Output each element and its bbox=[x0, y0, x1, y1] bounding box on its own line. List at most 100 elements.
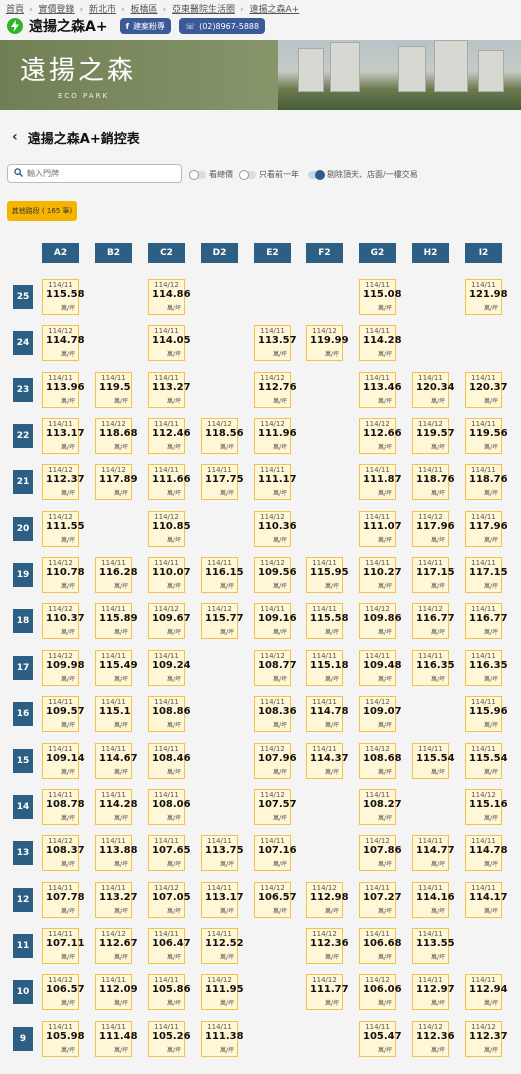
unit-cell[interactable]: 114/11 105.47 萬/坪 bbox=[359, 1021, 402, 1057]
unit-cell[interactable]: 114/12 108.68 萬/坪 bbox=[359, 743, 402, 779]
unit-cell[interactable]: 114/11 112.52 萬/坪 bbox=[201, 928, 244, 964]
unit-cell[interactable]: 114/12 106.06 萬/坪 bbox=[359, 974, 402, 1010]
breadcrumb-home[interactable]: 首頁 bbox=[6, 5, 24, 15]
unit-cell[interactable]: 114/12 109.98 萬/坪 bbox=[42, 650, 85, 686]
unit-cell[interactable]: 114/11 113.88 萬/坪 bbox=[95, 835, 138, 871]
unit-cell[interactable]: 114/12 112.37 萬/坪 bbox=[465, 1021, 508, 1057]
breadcrumb-district[interactable]: 板橋區 bbox=[131, 5, 158, 15]
toggle-last-year[interactable]: 只看前一年 bbox=[239, 169, 299, 180]
unit-cell[interactable]: 114/11 114.16 萬/坪 bbox=[412, 882, 455, 918]
unit-cell[interactable]: 114/11 115.08 萬/坪 bbox=[359, 279, 402, 315]
unit-cell[interactable]: 114/12 110.78 萬/坪 bbox=[42, 557, 85, 593]
search-input[interactable] bbox=[27, 169, 167, 178]
unit-cell[interactable]: 114/12 106.57 萬/坪 bbox=[42, 974, 85, 1010]
unit-cell[interactable]: 114/12 112.67 萬/坪 bbox=[95, 928, 138, 964]
unit-cell[interactable]: 114/11 113.17 萬/坪 bbox=[201, 882, 244, 918]
unit-cell[interactable]: 114/12 109.67 萬/坪 bbox=[148, 603, 191, 639]
unit-cell[interactable]: 114/11 107.11 萬/坪 bbox=[42, 928, 85, 964]
unit-cell[interactable]: 114/12 109.56 萬/坪 bbox=[254, 557, 297, 593]
unit-cell[interactable]: 114/11 113.96 萬/坪 bbox=[42, 372, 85, 408]
unit-cell[interactable]: 114/12 107.86 萬/坪 bbox=[359, 835, 402, 871]
unit-cell[interactable]: 114/12 118.68 萬/坪 bbox=[95, 418, 138, 454]
toggle-switch[interactable] bbox=[189, 169, 206, 180]
unit-cell[interactable]: 114/11 108.86 萬/坪 bbox=[148, 696, 191, 732]
unit-cell[interactable]: 114/12 110.36 萬/坪 bbox=[254, 511, 297, 547]
unit-cell[interactable]: 114/12 118.56 萬/坪 bbox=[201, 418, 244, 454]
unit-cell[interactable]: 114/12 116.77 萬/坪 bbox=[412, 603, 455, 639]
unit-cell[interactable]: 114/11 117.15 萬/坪 bbox=[412, 557, 455, 593]
unit-cell[interactable]: 114/11 117.15 萬/坪 bbox=[465, 557, 508, 593]
toggle-exclude-top-shop[interactable]: 剔除頂天、店面/一樓交易 bbox=[308, 169, 418, 180]
unit-cell[interactable]: 114/11 113.46 萬/坪 bbox=[359, 372, 402, 408]
unit-cell[interactable]: 114/11 107.16 萬/坪 bbox=[254, 835, 297, 871]
breadcrumb-city[interactable]: 新北市 bbox=[89, 5, 116, 15]
unit-cell[interactable]: 114/12 112.37 萬/坪 bbox=[42, 464, 85, 500]
unit-cell[interactable]: 114/11 108.27 萬/坪 bbox=[359, 789, 402, 825]
unit-cell[interactable]: 114/12 114.86 萬/坪 bbox=[148, 279, 191, 315]
unit-cell[interactable]: 114/11 115.1 萬/坪 bbox=[95, 696, 132, 732]
unit-cell[interactable]: 114/11 111.07 萬/坪 bbox=[359, 511, 402, 547]
unit-cell[interactable]: 114/11 114.17 萬/坪 bbox=[465, 882, 508, 918]
unit-cell[interactable]: 114/11 113.17 萬/坪 bbox=[42, 418, 85, 454]
unit-cell[interactable]: 114/12 111.77 萬/坪 bbox=[306, 974, 349, 1010]
unit-cell[interactable]: 114/11 106.68 萬/坪 bbox=[359, 928, 402, 964]
unit-cell[interactable]: 114/11 115.95 萬/坪 bbox=[306, 557, 349, 593]
unit-cell[interactable]: 114/11 114.67 萬/坪 bbox=[95, 743, 138, 779]
unit-cell[interactable]: 114/11 112.94 萬/坪 bbox=[465, 974, 508, 1010]
unit-cell[interactable]: 114/12 111.95 萬/坪 bbox=[201, 974, 244, 1010]
unit-cell[interactable]: 114/11 120.37 萬/坪 bbox=[465, 372, 508, 408]
unit-cell[interactable]: 114/11 116.35 萬/坪 bbox=[465, 650, 508, 686]
unit-cell[interactable]: 114/11 114.77 萬/坪 bbox=[412, 835, 455, 871]
unit-cell[interactable]: 114/12 107.96 萬/坪 bbox=[254, 743, 297, 779]
unit-cell[interactable]: 114/11 111.87 萬/坪 bbox=[359, 464, 402, 500]
unit-cell[interactable]: 114/11 115.58 萬/坪 bbox=[42, 279, 85, 315]
unit-cell[interactable]: 114/11 105.26 萬/坪 bbox=[148, 1021, 191, 1057]
phone-button[interactable]: ☏ (02)8967-5888 bbox=[179, 18, 266, 34]
unit-cell[interactable]: 114/11 116.28 萬/坪 bbox=[95, 557, 138, 593]
unit-cell[interactable]: 114/11 117.75 萬/坪 bbox=[201, 464, 244, 500]
unit-cell[interactable]: 114/11 109.57 萬/坪 bbox=[42, 696, 85, 732]
unit-cell[interactable]: 114/11 121.98 萬/坪 bbox=[465, 279, 508, 315]
unit-cell[interactable]: 114/12 117.89 萬/坪 bbox=[95, 464, 138, 500]
unit-cell[interactable]: 114/11 109.48 萬/坪 bbox=[359, 650, 402, 686]
unit-cell[interactable]: 114/11 113.57 萬/坪 bbox=[254, 325, 297, 361]
facebook-page-button[interactable]: f 建案粉專 bbox=[119, 18, 172, 34]
unit-cell[interactable]: 114/11 114.37 萬/坪 bbox=[306, 743, 349, 779]
unit-cell[interactable]: 114/11 114.05 萬/坪 bbox=[148, 325, 191, 361]
unit-cell[interactable]: 114/11 109.16 萬/坪 bbox=[254, 603, 297, 639]
unit-cell[interactable]: 114/11 115.89 萬/坪 bbox=[95, 603, 138, 639]
unit-cell[interactable]: 114/11 114.28 萬/坪 bbox=[359, 325, 402, 361]
toggle-switch[interactable] bbox=[239, 169, 256, 180]
unit-cell[interactable]: 114/11 115.49 萬/坪 bbox=[95, 650, 138, 686]
unit-cell[interactable]: 114/11 108.06 萬/坪 bbox=[148, 789, 191, 825]
unit-cell[interactable]: 114/11 109.24 萬/坪 bbox=[148, 650, 191, 686]
unit-cell[interactable]: 114/11 114.28 萬/坪 bbox=[95, 789, 138, 825]
breadcrumb-area[interactable]: 亞東醫院生活圈 bbox=[172, 5, 235, 15]
toggle-total-price[interactable]: 看總價 bbox=[189, 169, 233, 180]
unit-cell[interactable]: 114/11 112.46 萬/坪 bbox=[148, 418, 191, 454]
unit-cell[interactable]: 114/12 106.57 萬/坪 bbox=[254, 882, 297, 918]
unit-cell[interactable]: 114/11 107.27 萬/坪 bbox=[359, 882, 402, 918]
unit-cell[interactable]: 114/11 106.47 萬/坪 bbox=[148, 928, 191, 964]
unit-cell[interactable]: 114/12 119.57 萬/坪 bbox=[412, 418, 455, 454]
unit-cell[interactable]: 114/11 112.09 萬/坪 bbox=[95, 974, 138, 1010]
unit-cell[interactable]: 114/11 114.78 萬/坪 bbox=[465, 835, 508, 871]
unit-cell[interactable]: 114/11 117.96 萬/坪 bbox=[465, 511, 508, 547]
unit-cell[interactable]: 114/12 110.37 萬/坪 bbox=[42, 603, 85, 639]
unit-cell[interactable]: 114/11 114.78 萬/坪 bbox=[306, 696, 349, 732]
unit-cell[interactable]: 114/11 105.86 萬/坪 bbox=[148, 974, 191, 1010]
unit-cell[interactable]: 114/12 109.86 萬/坪 bbox=[359, 603, 402, 639]
unit-cell[interactable]: 114/11 116.15 萬/坪 bbox=[201, 557, 244, 593]
unit-cell[interactable]: 114/12 112.76 萬/坪 bbox=[254, 372, 297, 408]
unit-cell[interactable]: 114/11 108.46 萬/坪 bbox=[148, 743, 191, 779]
unit-cell[interactable]: 114/11 109.14 萬/坪 bbox=[42, 743, 85, 779]
back-chevron-icon[interactable]: ‹ bbox=[12, 129, 18, 145]
unit-cell[interactable]: 114/11 113.27 萬/坪 bbox=[148, 372, 191, 408]
unit-cell[interactable]: 114/12 119.99 萬/坪 bbox=[306, 325, 349, 361]
unit-cell[interactable]: 114/11 115.58 萬/坪 bbox=[306, 603, 349, 639]
unit-cell[interactable]: 114/11 115.96 萬/坪 bbox=[465, 696, 508, 732]
unit-cell[interactable]: 114/12 115.16 萬/坪 bbox=[465, 789, 508, 825]
unit-cell[interactable]: 114/11 115.54 萬/坪 bbox=[465, 743, 508, 779]
breadcrumb-price-registry[interactable]: 實價登錄 bbox=[39, 5, 75, 15]
unit-cell[interactable]: 114/11 111.17 萬/坪 bbox=[254, 464, 297, 500]
